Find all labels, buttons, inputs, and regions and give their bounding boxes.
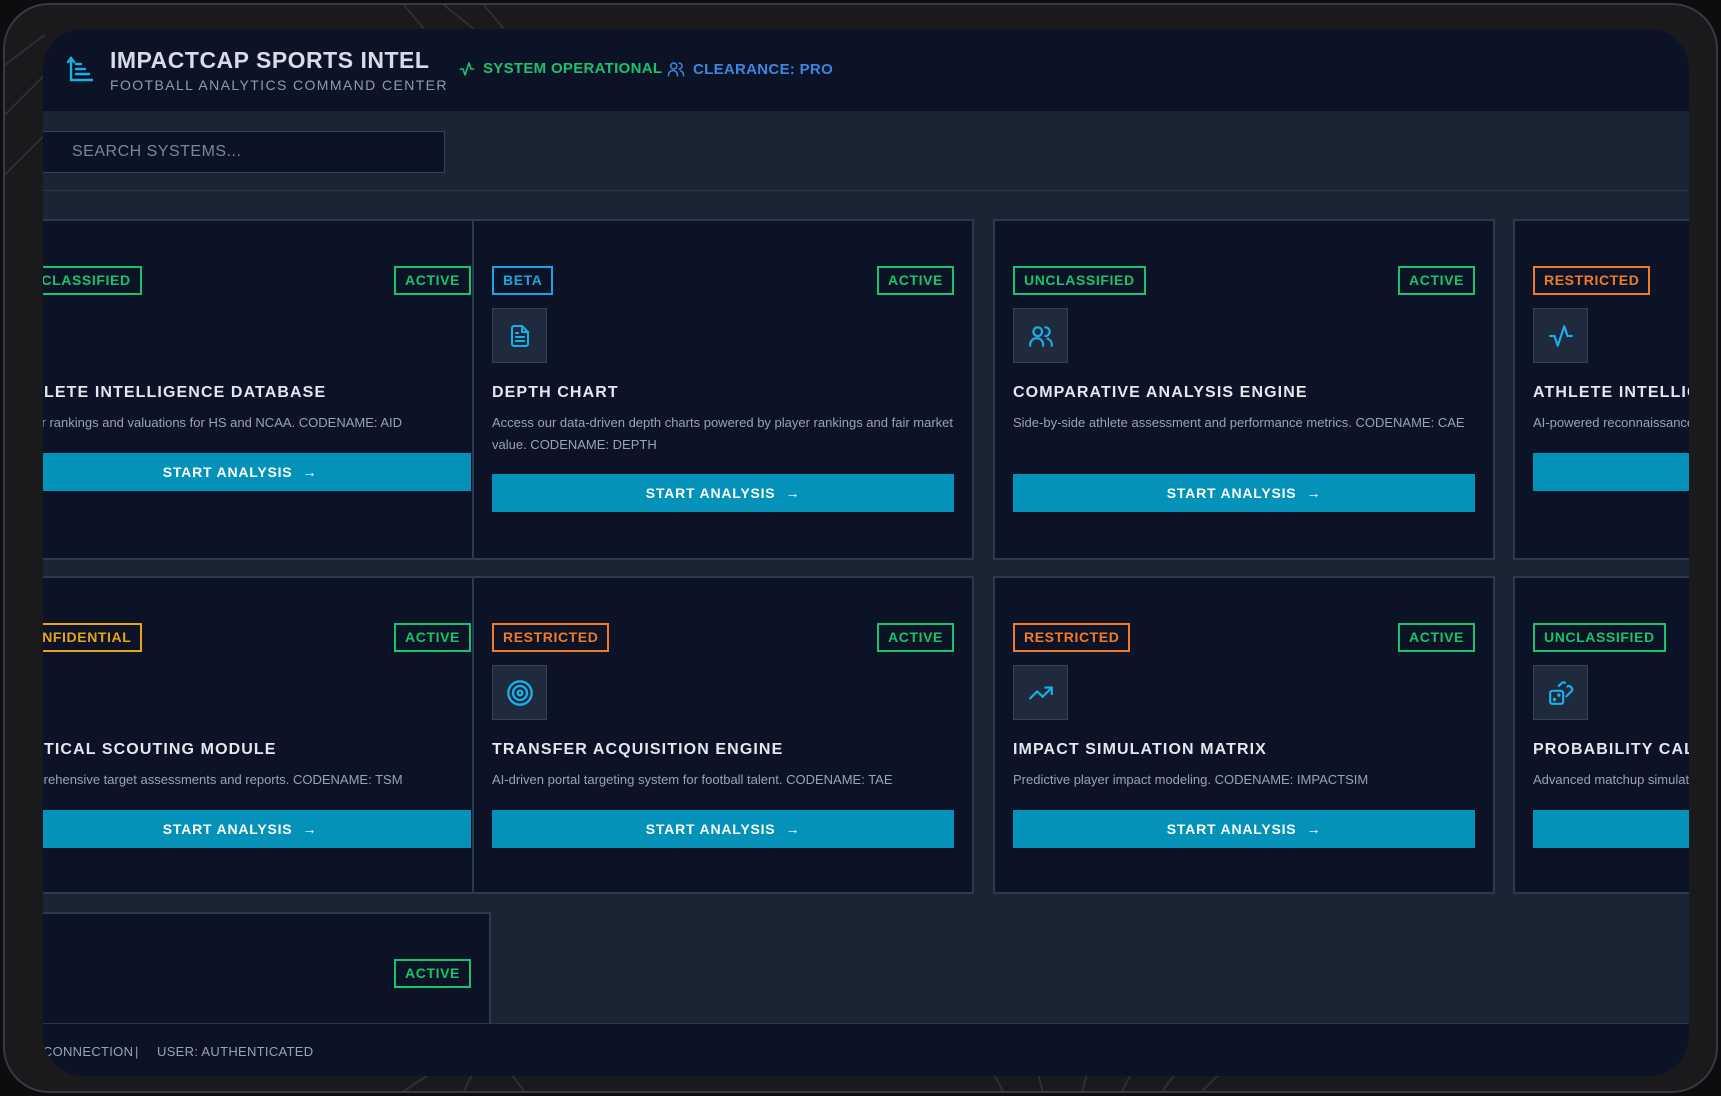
- classification-badge: RESTRICTED: [1533, 266, 1651, 295]
- classification-badge: UNCLASSIFIED: [1013, 266, 1146, 295]
- classification-badge: UNCLASSIFIED: [43, 266, 142, 295]
- status-badge: ACTIVE: [394, 623, 471, 652]
- button-label: START ANALYSIS: [162, 464, 293, 480]
- classification-badge: BETA: [492, 266, 554, 295]
- start-analysis-button[interactable]: START ANALYSIS →: [1013, 474, 1475, 512]
- button-label: START ANALYSIS: [1166, 821, 1297, 837]
- activity-icon: [459, 61, 475, 76]
- start-analysis-button[interactable]: [1533, 810, 1689, 848]
- logo-icon: [66, 56, 94, 82]
- footer: SECURE CONNECTION | USER: AUTHENTICATED: [43, 1023, 1689, 1076]
- document-icon: [510, 324, 529, 347]
- dice-icon: [1548, 680, 1573, 705]
- start-analysis-button[interactable]: START ANALYSIS →: [43, 810, 471, 848]
- arrow-right-icon: →: [302, 464, 318, 480]
- clearance-status: CLEARANCE: PRO: [667, 60, 833, 78]
- card-icon-container: [1013, 308, 1068, 363]
- toolbar: [43, 111, 1689, 191]
- start-analysis-button[interactable]: START ANALYSIS →: [43, 453, 471, 491]
- card-icon-container: [1533, 665, 1588, 720]
- card-title: TRANSFER ACQUISITION ENGINE: [492, 741, 784, 758]
- card-title: DEPTH CHART: [492, 384, 619, 401]
- card-title: ATHLETE INTELLIGENCE DATABASE: [43, 384, 327, 401]
- users-icon: [1028, 325, 1053, 347]
- app-subtitle: FOOTBALL ANALYTICS COMMAND CENTER: [110, 77, 448, 93]
- status-badge: ACTIVE: [877, 266, 954, 295]
- card-impact-simulation-matrix: RESTRICTED ACTIVE IMPACT SIMULATION MATR…: [993, 576, 1495, 894]
- card-icon-container: [1533, 308, 1588, 363]
- card-title: TACTICAL SCOUTING MODULE: [43, 741, 277, 758]
- card-description: AI-powered reconnaissance: [1533, 415, 1689, 430]
- card-description: Player rankings and valuations for HS an…: [43, 415, 403, 430]
- card-title: COMPARATIVE ANALYSIS ENGINE: [1013, 384, 1308, 401]
- system-status-label: SYSTEM OPERATIONAL: [483, 60, 663, 77]
- card-icon-container: [492, 665, 547, 720]
- arrow-right-icon: →: [302, 821, 318, 837]
- status-badge: ACTIVE: [394, 266, 471, 295]
- status-badge: ACTIVE: [394, 959, 471, 988]
- card-icon-container: [492, 308, 547, 363]
- system-status: SYSTEM OPERATIONAL: [459, 60, 662, 77]
- trending-up-icon: [1028, 686, 1053, 699]
- card-probability-calculator: UNCLASSIFIED PROBABILITY CALCULATOR Adva…: [1513, 576, 1689, 894]
- users-icon: [667, 62, 685, 77]
- card-comparative-analysis-engine: UNCLASSIFIED ACTIVE COMPARATIVE ANALYSIS…: [993, 219, 1495, 560]
- button-label: START ANALYSIS: [645, 821, 776, 837]
- activity-icon: [1548, 324, 1573, 347]
- card-title: IMPACT SIMULATION MATRIX: [1013, 741, 1267, 758]
- card-transfer-acquisition-engine: RESTRICTED ACTIVE TRANSFER ACQUISITION E…: [472, 576, 974, 894]
- card-depth-chart: BETA ACTIVE DEPTH CHART Access our data-…: [472, 219, 974, 560]
- card-description: Advanced matchup simulation: [1533, 772, 1689, 787]
- card-tactical-scouting-module: CONFIDENTIAL ACTIVE TACTICAL SCOUTING MO…: [43, 576, 491, 894]
- button-label: START ANALYSIS: [162, 821, 293, 837]
- classification-badge: UNCLASSIFIED: [1533, 623, 1666, 652]
- start-analysis-button[interactable]: START ANALYSIS →: [1013, 810, 1475, 848]
- footer-user: USER: AUTHENTICATED: [157, 1044, 314, 1059]
- footer-separator: |: [135, 1044, 139, 1059]
- card-athlete-intelligence: RESTRICTED ATHLETE INTELLIGENCE AI-power…: [1513, 219, 1689, 560]
- start-analysis-button[interactable]: START ANALYSIS →: [492, 474, 954, 512]
- start-analysis-button[interactable]: [1533, 453, 1689, 491]
- card-title: ATHLETE INTELLIGENCE: [1533, 384, 1689, 401]
- start-analysis-button[interactable]: START ANALYSIS →: [492, 810, 954, 848]
- card-description: AI-driven portal targeting system for fo…: [492, 772, 893, 787]
- classification-badge: RESTRICTED: [1013, 623, 1131, 652]
- button-label: START ANALYSIS: [645, 485, 776, 501]
- target-icon: [506, 679, 533, 706]
- card-description: Access our data-driven depth charts powe…: [492, 415, 954, 452]
- arrow-right-icon: →: [785, 821, 801, 837]
- app-screen: IMPACTCAP SPORTS INTEL FOOTBALL ANALYTIC…: [43, 29, 1689, 1076]
- card-title: PROBABILITY CALCULATOR: [1533, 741, 1689, 758]
- card-description: Side-by-side athlete assessment and perf…: [1013, 415, 1465, 430]
- device-frame: IMPACTCAP SPORTS INTEL FOOTBALL ANALYTIC…: [3, 3, 1718, 1093]
- card-athlete-intelligence-database: UNCLASSIFIED ACTIVE ATHLETE INTELLIGENCE…: [43, 219, 491, 560]
- footer-connection: SECURE CONNECTION: [43, 1044, 134, 1059]
- status-badge: ACTIVE: [1398, 623, 1475, 652]
- classification-badge: RESTRICTED: [492, 623, 610, 652]
- classification-badge: CONFIDENTIAL: [43, 623, 143, 652]
- clearance-label: CLEARANCE: PRO: [693, 60, 834, 78]
- status-badge: ACTIVE: [1398, 266, 1475, 295]
- arrow-right-icon: →: [1306, 821, 1322, 837]
- status-badge: ACTIVE: [877, 623, 954, 652]
- card-icon-container: [1013, 665, 1068, 720]
- card-description: Predictive player impact modeling. CODEN…: [1013, 772, 1369, 787]
- app-title: IMPACTCAP SPORTS INTEL: [110, 47, 430, 73]
- arrow-right-icon: →: [1306, 485, 1322, 501]
- app-header: IMPACTCAP SPORTS INTEL FOOTBALL ANALYTIC…: [43, 29, 1689, 111]
- search-input[interactable]: [43, 131, 445, 173]
- button-label: START ANALYSIS: [1166, 485, 1297, 501]
- arrow-right-icon: →: [785, 485, 801, 501]
- card-description: Comprehensive target assessments and rep…: [43, 772, 403, 787]
